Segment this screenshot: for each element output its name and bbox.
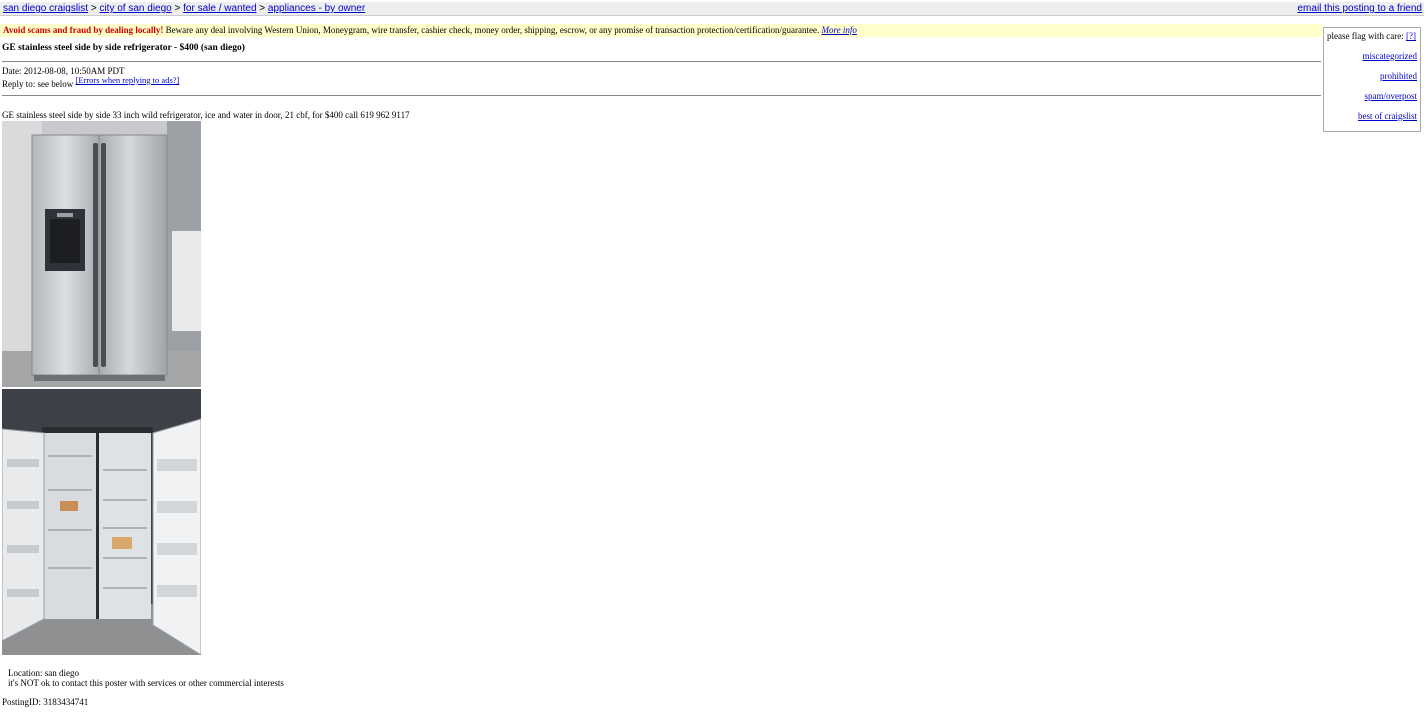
posting-location: Location: san diego — [8, 668, 79, 678]
flag-spam-link[interactable]: spam/overpost — [1365, 91, 1418, 101]
scam-notice-bar: Avoid scams and fraud by dealing locally… — [0, 24, 1322, 37]
flag-title-text: please flag with care: — [1327, 31, 1404, 41]
breadcrumb-separator: > — [174, 3, 181, 14]
scam-notice-text: Beware any deal involving Western Union,… — [163, 25, 822, 35]
reply-to-text: Reply to: see below — [2, 79, 74, 89]
flag-box: please flag with care: [?] miscategorize… — [1323, 27, 1421, 132]
flag-prohibited-link[interactable]: prohibited — [1380, 71, 1417, 81]
flag-title: please flag with care: [?] — [1327, 31, 1416, 41]
contact-notice: it's NOT ok to contact this poster with … — [8, 678, 284, 688]
posting-body: GE stainless steel side by side 33 inch … — [2, 110, 410, 120]
posting-id: PostingID: 3183434741 — [2, 697, 89, 707]
divider — [2, 95, 1321, 96]
flag-help-link[interactable]: [?] — [1406, 31, 1416, 41]
email-friend-link[interactable]: email this posting to a friend — [1297, 2, 1422, 15]
refrigerator-closed-photo — [2, 121, 201, 387]
divider — [2, 61, 1321, 62]
breadcrumb-link-site[interactable]: san diego craigslist — [3, 3, 88, 14]
breadcrumb-separator: > — [90, 3, 97, 14]
reply-to-line: Reply to: see below [Errors when replyin… — [2, 75, 179, 89]
breadcrumb-separator: > — [259, 3, 266, 14]
top-bar: san diego craigslist > city of san diego… — [0, 2, 1424, 16]
flag-best-of-link[interactable]: best of craigslist — [1358, 111, 1417, 121]
more-info-link[interactable]: More info — [821, 25, 856, 35]
breadcrumb-link-city[interactable]: city of san diego — [99, 3, 171, 14]
breadcrumb-link-category[interactable]: appliances - by owner — [268, 3, 365, 14]
refrigerator-closed-image — [2, 121, 201, 387]
flag-miscategorized-link[interactable]: miscategorized — [1363, 51, 1417, 61]
scam-warning-text: Avoid scams and fraud by dealing locally… — [3, 25, 164, 35]
reply-errors-link[interactable]: [Errors when replying to ads?] — [76, 75, 180, 85]
refrigerator-open-image — [2, 389, 201, 655]
page-title: GE stainless steel side by side refriger… — [2, 43, 245, 53]
breadcrumb-link-section[interactable]: for sale / wanted — [183, 3, 256, 14]
refrigerator-open-photo — [2, 389, 201, 655]
breadcrumb: san diego craigslist > city of san diego… — [3, 2, 365, 15]
